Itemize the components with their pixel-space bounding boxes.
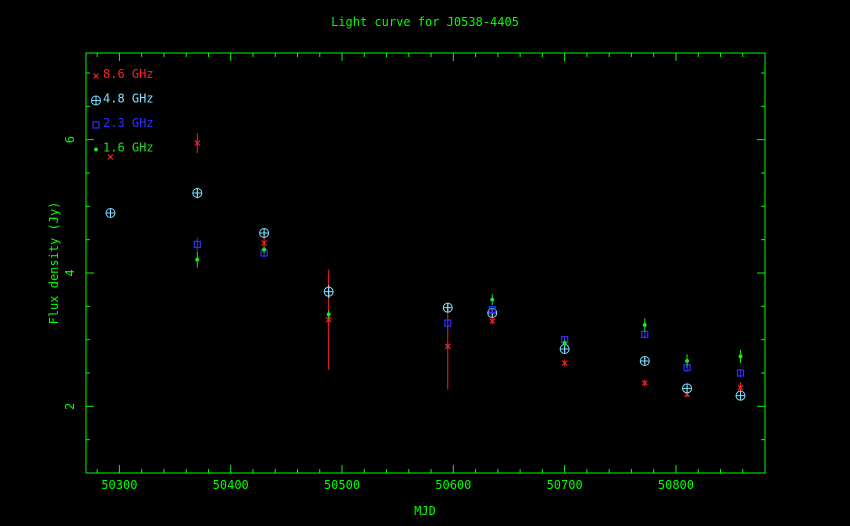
data-point (195, 251, 200, 268)
x-axis: 50300 50400 50500 50600 50700 50800 (96, 53, 766, 492)
legend-label: 2.3 GHz (103, 116, 154, 130)
data-point (105, 208, 116, 218)
series-circle-plus (105, 187, 746, 401)
dot-marker (642, 323, 647, 327)
data-point (194, 133, 201, 153)
legend-item: 4.8 GHz (91, 92, 154, 106)
legend-label: 4.8 GHz (103, 92, 154, 106)
dot-marker (94, 147, 98, 152)
data-point (738, 349, 743, 363)
x-tick-label: 50300 (101, 478, 137, 492)
data-point (444, 303, 451, 390)
data-point (642, 318, 647, 332)
light-curve-chart: Light curve for J0538-4405 50300 50400 505… (0, 0, 850, 526)
plot-frame (85, 52, 766, 474)
data-point (562, 339, 567, 347)
data-point (442, 302, 453, 313)
data-point (488, 305, 496, 314)
data-point (326, 310, 331, 319)
dot-marker (685, 359, 690, 363)
chart-title: Light curve for J0538-4405 (331, 15, 519, 29)
data-point (685, 354, 690, 368)
x-tick-label: 50800 (658, 478, 694, 492)
dot-marker (195, 257, 200, 262)
data-point (262, 246, 267, 253)
x-tick-label: 50500 (324, 478, 360, 492)
cross-marker (107, 154, 114, 160)
dot-marker (562, 341, 567, 345)
data-series (105, 133, 746, 401)
y-axis-label: Flux density (Jy) (47, 202, 61, 325)
series-dot (195, 246, 743, 368)
dot-marker (490, 297, 495, 302)
legend-item: 1.6 GHz (94, 141, 154, 155)
dot-marker (262, 247, 267, 252)
cross-marker (93, 73, 99, 79)
data-point (561, 359, 568, 367)
x-axis-label: MJD (414, 504, 436, 518)
data-point (444, 319, 452, 327)
x-tick-label: 50600 (435, 478, 471, 492)
data-point (323, 285, 334, 299)
y-tick-label: 6 (63, 136, 77, 143)
series-square (193, 237, 745, 377)
data-point (259, 228, 270, 238)
data-point (641, 379, 648, 387)
x-tick-label: 50700 (547, 478, 583, 492)
legend-item: 2.3 GHz (92, 116, 154, 130)
square-marker (92, 121, 100, 129)
data-point (735, 390, 746, 401)
data-point (325, 269, 332, 370)
data-point (193, 237, 201, 251)
legend-label: 8.6 GHz (103, 67, 154, 81)
y-tick-label: 2 (63, 403, 77, 410)
x-tick-label: 50400 (213, 478, 249, 492)
data-point (736, 369, 745, 377)
legend-label: 1.6 GHz (103, 141, 154, 155)
legend-item: 8.6 GHz (93, 67, 154, 81)
data-point (489, 317, 496, 325)
data-point (192, 187, 203, 199)
data-point (490, 294, 495, 305)
dot-marker (326, 312, 331, 317)
data-point (639, 356, 650, 366)
legend: 8.6 GHz 4.8 GHz 2.3 GHz 1.6 GHz (91, 67, 154, 155)
data-point (107, 154, 114, 160)
y-tick-label: 4 (63, 269, 77, 276)
dot-marker (738, 354, 743, 359)
data-point (682, 383, 693, 394)
y-axis: 2 4 6 (63, 72, 765, 474)
